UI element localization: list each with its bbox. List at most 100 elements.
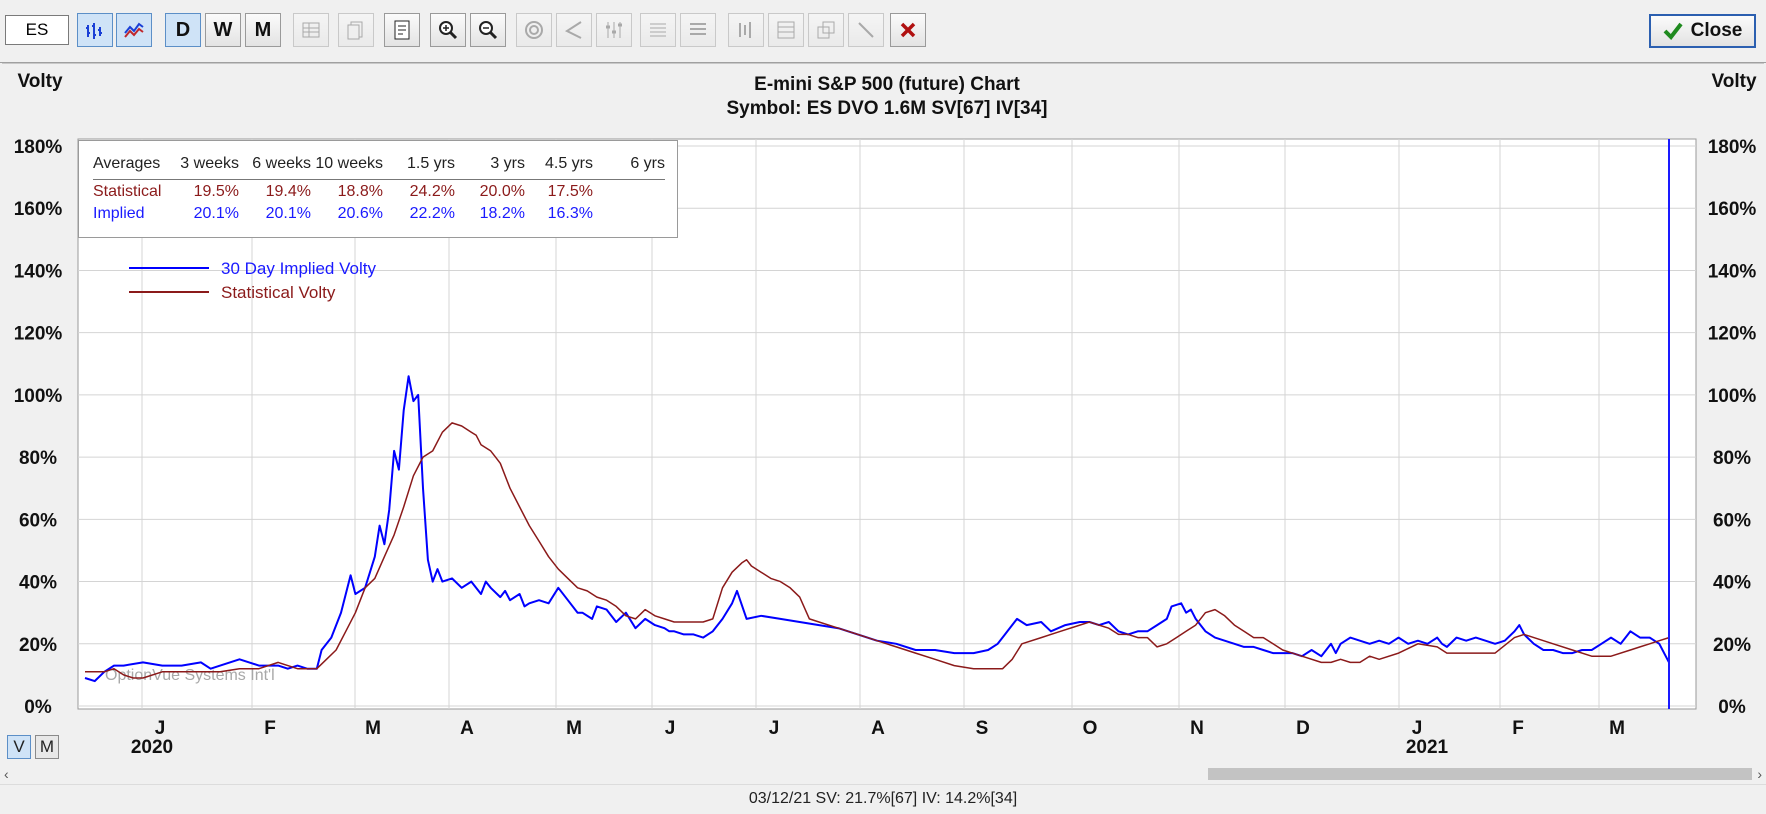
averages-header: Averages: [93, 151, 165, 180]
view-toggle-m[interactable]: M: [35, 735, 59, 759]
y-axis-right: 0% 20% 40% 60% 80% 100% 120% 140% 160% 180%: [1708, 137, 1757, 718]
horizontal-lines-icon: [650, 23, 666, 37]
x-tick-label: N: [1190, 718, 1204, 739]
y-tick-label-left: 40%: [19, 573, 57, 594]
implied-3-weeks: 20.1%: [193, 205, 239, 222]
grid-icon: [302, 22, 320, 38]
hlines-button[interactable]: [640, 13, 676, 47]
view-toggle-m-label: M: [39, 737, 55, 756]
x-tick-label: A: [460, 718, 474, 739]
status-text: 03/12/21 SV: 21.7%[67] IV: 14.2%[34]: [748, 790, 1018, 807]
y-tick-label-right: 60%: [1713, 510, 1751, 531]
table-button[interactable]: [768, 13, 804, 47]
bar-chart-icon: [86, 23, 102, 39]
averages-table: Averages 3 weeks 6 weeks 10 weeks 1.5 yr…: [78, 140, 678, 238]
year-label: 2020: [131, 737, 173, 758]
symbol-input[interactable]: [5, 15, 69, 45]
implied-3-yrs: 18.2%: [479, 205, 525, 222]
period-daily-button[interactable]: D: [165, 13, 201, 47]
zoom-out-button[interactable]: [470, 13, 506, 47]
close-button[interactable]: Close: [1649, 14, 1756, 48]
x-tick-label: D: [1296, 718, 1310, 739]
horizontal-lines-alt-icon: [690, 23, 706, 35]
x-tick-label: J: [1412, 718, 1423, 739]
statistical-6-yrs: [593, 180, 665, 203]
y-tick-label-right: 100%: [1708, 386, 1757, 407]
implied-6-weeks: 20.1%: [265, 205, 311, 222]
implied-row: Implied 20.1% 20.1% 20.6% 22.2% 18.2% 16…: [93, 202, 665, 224]
implied-4-5-yrs: 16.3%: [547, 205, 593, 222]
statistical-row: Statistical 19.5% 19.4% 18.8% 24.2% 20.0…: [93, 180, 665, 203]
statistical-10-weeks: 18.8%: [337, 183, 383, 200]
y-tick-label-left: 60%: [19, 510, 57, 531]
candles-button[interactable]: [728, 13, 764, 47]
y-tick-label-right: 40%: [1713, 573, 1751, 594]
document-icon: [394, 20, 410, 40]
copy-icon: [347, 21, 363, 40]
y-tick-label-right: 140%: [1708, 261, 1757, 282]
toolbar: D W M Close: [0, 0, 1766, 63]
watermark: OptionVue Systems Int'l: [105, 667, 275, 684]
period-weekly-button[interactable]: W: [205, 13, 241, 47]
x-tick-label: J: [769, 718, 780, 739]
horizontal-scrollbar[interactable]: ‹ ›: [0, 765, 1766, 783]
statistical-3-yrs: 20.0%: [479, 183, 525, 200]
period-monthly-label: M: [254, 18, 272, 41]
implied-1-5-yrs: 22.2%: [409, 205, 455, 222]
layers-button[interactable]: [808, 13, 844, 47]
hlines-alt-button[interactable]: [680, 13, 716, 47]
print-button[interactable]: [384, 13, 420, 47]
angle-button[interactable]: [556, 13, 592, 47]
layers-icon: [817, 21, 835, 39]
view-toggle-v[interactable]: V: [7, 735, 31, 759]
x-tick-label: J: [155, 718, 166, 739]
legend-statistical-label: Statistical Volty: [221, 283, 336, 302]
statistical-1-5-yrs: 24.2%: [409, 183, 455, 200]
line-chart-button[interactable]: [116, 13, 152, 47]
zoom-in-button[interactable]: [430, 13, 466, 47]
view-toggle-v-label: V: [13, 737, 25, 756]
y-tick-label-right: 160%: [1708, 199, 1757, 220]
averages-header-row: Averages 3 weeks 6 weeks 10 weeks 1.5 yr…: [93, 151, 665, 180]
line-chart-icon: [124, 22, 144, 38]
header-4-5-yrs: 4.5 yrs: [525, 151, 593, 180]
delete-button[interactable]: [890, 13, 926, 47]
x-tick-label: J: [665, 718, 676, 739]
period-monthly-button[interactable]: M: [245, 13, 281, 47]
y-tick-label-left: 0%: [24, 697, 52, 718]
legend-implied-label: 30 Day Implied Volty: [221, 259, 376, 278]
x-tick-label: M: [1609, 718, 1625, 739]
y-tick-label-left: 120%: [14, 324, 63, 345]
x-tick-label: M: [566, 718, 582, 739]
scroll-left-icon[interactable]: ‹: [4, 765, 9, 783]
y-tick-label-right: 20%: [1713, 635, 1751, 656]
year-label: 2021: [1406, 737, 1449, 758]
y-tick-label-right: 120%: [1708, 324, 1757, 345]
y-tick-label-right: 180%: [1708, 137, 1757, 158]
close-button-label: Close: [1690, 20, 1743, 41]
scrollbar-thumb[interactable]: [1208, 768, 1752, 780]
header-3-weeks: 3 weeks: [165, 151, 239, 180]
x-tick-label: A: [871, 718, 885, 739]
right-axis-label: Volty: [1711, 71, 1756, 92]
x-tick-label: F: [264, 718, 276, 739]
y-tick-label-right: 0%: [1718, 697, 1746, 718]
pencil-icon: [858, 22, 874, 38]
zoom-in-icon: [439, 21, 458, 40]
copy-button[interactable]: [338, 13, 374, 47]
header-6-yrs: 6 yrs: [593, 151, 665, 180]
left-axis-label: Volty: [17, 71, 62, 92]
statistical-3-weeks: 19.5%: [193, 183, 239, 200]
draw-line-button[interactable]: [848, 13, 884, 47]
status-bar: 03/12/21 SV: 21.7%[67] IV: 14.2%[34]: [0, 784, 1766, 814]
bar-chart-button[interactable]: [77, 13, 113, 47]
grid-button[interactable]: [293, 13, 329, 47]
scroll-right-icon[interactable]: ›: [1757, 765, 1762, 783]
equalizer-button[interactable]: [596, 13, 632, 47]
period-weekly-label: W: [213, 18, 233, 41]
candles-icon: [739, 22, 751, 38]
target-button[interactable]: [516, 13, 552, 47]
close-icon: [900, 22, 916, 38]
statistical-4-5-yrs: 17.5%: [547, 183, 593, 200]
header-10-weeks: 10 weeks: [311, 151, 383, 180]
